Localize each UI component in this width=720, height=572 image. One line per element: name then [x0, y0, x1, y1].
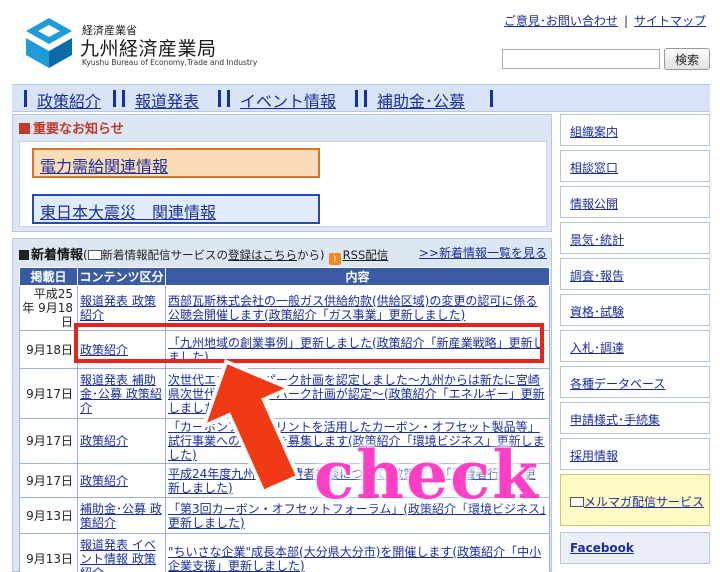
sidebar-item-bidding[interactable]: 入札･調達	[560, 330, 710, 362]
sidebar-item-newsletter[interactable]: メルマガ配信サービス	[560, 474, 710, 526]
sidebar-item-forms[interactable]: 申請様式･手続集	[560, 402, 710, 434]
rss-icon: )	[328, 253, 341, 265]
search-button[interactable]: 検索	[664, 48, 710, 70]
row-date: 平成25年 9月18日	[19, 285, 78, 331]
row-category-link[interactable]: 補助金･公募 政策紹介	[80, 502, 162, 530]
row-date: 9月17日	[19, 463, 78, 498]
top-links-separator: |	[623, 14, 628, 28]
nav-item-events[interactable]: イベント情報	[240, 88, 336, 112]
nav-separator	[490, 90, 493, 107]
square-bullet-icon	[19, 123, 30, 134]
row-category: 政策紹介	[77, 463, 166, 498]
row-category-link[interactable]: 政策紹介	[80, 474, 128, 488]
nav-separator	[218, 90, 221, 107]
square-bullet-icon	[19, 250, 29, 260]
news-paren-close: から)	[297, 248, 325, 262]
column-date: 掲載日	[19, 267, 78, 286]
column-category: コンテンツ区分	[77, 267, 166, 286]
mail-icon	[570, 497, 584, 507]
site-title[interactable]: 九州経済産業局	[80, 34, 217, 61]
important-notices: 重要なお知らせ 電力需給関連情報 東日本大震災 関連情報	[12, 114, 552, 232]
nav-separator	[113, 90, 116, 107]
table-row: 9月13日 報道発表 イベント情報 政策紹介 "ちいさな企業"成長本部(大分県大…	[19, 533, 550, 572]
nav-item-subsidy[interactable]: 補助金･公募	[377, 88, 465, 112]
main-nav: 政策紹介 報道発表 イベント情報 補助金･公募	[12, 84, 710, 112]
sidebar-item-statistics[interactable]: 景気･統計	[560, 222, 710, 254]
power-supply-link[interactable]: 電力需給関連情報	[32, 148, 320, 178]
row-content-link[interactable]: 西部瓦斯株式会社の一般ガス供給約款(供給区域)の変更の認可に係る公聴会開催します…	[168, 294, 537, 322]
sidebar-item-reports[interactable]: 調査･報告	[560, 258, 710, 290]
sidebar-item-exams[interactable]: 資格･試験	[560, 294, 710, 326]
row-category: 補助金･公募 政策紹介	[77, 497, 166, 534]
register-link[interactable]: 登録はこちら	[228, 248, 297, 262]
column-content: 内容	[165, 267, 550, 286]
sidebar-item-consultation[interactable]: 相談窓口	[560, 150, 710, 182]
row-date: 9月13日	[19, 497, 78, 534]
sitemap-link[interactable]: サイトマップ	[634, 14, 706, 28]
news-more-link[interactable]: >>新着情報一覧を見る	[419, 244, 547, 261]
row-category-link[interactable]: 政策紹介	[80, 434, 128, 448]
row-category: 報道発表 イベント情報 政策紹介	[77, 533, 166, 572]
row-content-link[interactable]: "ちいさな企業"成長本部(大分県大分市)を開催します(政策紹介「中小企業支援」更…	[168, 545, 541, 572]
mail-service-text: 新着情報配信サービスの	[101, 248, 229, 262]
nav-separator	[355, 90, 358, 107]
row-category: 政策紹介	[77, 418, 166, 464]
contact-link[interactable]: ご意見･お問い合わせ	[504, 14, 618, 28]
row-category: 報道発表 補助金･公募 政策紹介	[77, 368, 166, 419]
sidebar-item-organization[interactable]: 組織案内	[560, 114, 710, 146]
site-title-en: Kyushu Bureau of Economy,Trade and Indus…	[82, 58, 258, 67]
news-heading-text: 新着情報	[31, 248, 84, 263]
earthquake-link[interactable]: 東日本大震災 関連情報	[32, 194, 320, 224]
top-links: ご意見･お問い合わせ | サイトマップ	[504, 12, 706, 29]
sidebar-item-disclosure[interactable]: 情報公開	[560, 186, 710, 218]
row-date: 9月17日	[19, 368, 78, 419]
bureau-logo-icon[interactable]	[26, 18, 72, 68]
sidebar-item-databases[interactable]: 各種データベース	[560, 366, 710, 398]
nav-separator	[227, 90, 230, 107]
news-table-header: 掲載日 コンテンツ区分 内容	[19, 267, 550, 286]
arrow-up-icon	[200, 359, 301, 492]
row-date: 9月13日	[19, 533, 78, 572]
check-annotation: check	[314, 436, 541, 514]
row-category-link[interactable]: 報道発表 政策紹介	[80, 294, 156, 322]
site-header: 経済産業省 九州経済産業局 Kyushu Bureau of Economy,T…	[0, 0, 720, 84]
row-category-link[interactable]: 報道発表 イベント情報 政策紹介	[80, 538, 156, 572]
important-heading-text: 重要なお知らせ	[33, 122, 124, 137]
nav-separator	[122, 90, 125, 107]
nav-item-policy[interactable]: 政策紹介	[37, 88, 101, 112]
mail-icon	[87, 250, 102, 260]
sidebar-item-facebook[interactable]: Facebook	[560, 532, 710, 564]
nav-item-press[interactable]: 報道発表	[135, 88, 199, 112]
nav-separator	[24, 90, 27, 107]
row-category-link[interactable]: 報道発表 補助金･公募 政策紹介	[80, 373, 162, 415]
nav-separator	[364, 90, 367, 107]
important-heading: 重要なお知らせ	[19, 118, 124, 137]
search-input[interactable]	[502, 49, 660, 69]
row-date: 9月18日	[19, 330, 78, 369]
sidebar-item-recruitment[interactable]: 採用情報	[560, 438, 710, 470]
rss-link[interactable]: RSS配信	[343, 248, 389, 262]
newsletter-label: メルマガ配信サービス	[584, 495, 705, 509]
important-links: 電力需給関連情報 東日本大震災 関連情報	[19, 141, 547, 227]
row-content: "ちいさな企業"成長本部(大分県大分市)を開催します(政策紹介「中小企業支援」更…	[165, 533, 550, 572]
row-date: 9月17日	[19, 418, 78, 464]
